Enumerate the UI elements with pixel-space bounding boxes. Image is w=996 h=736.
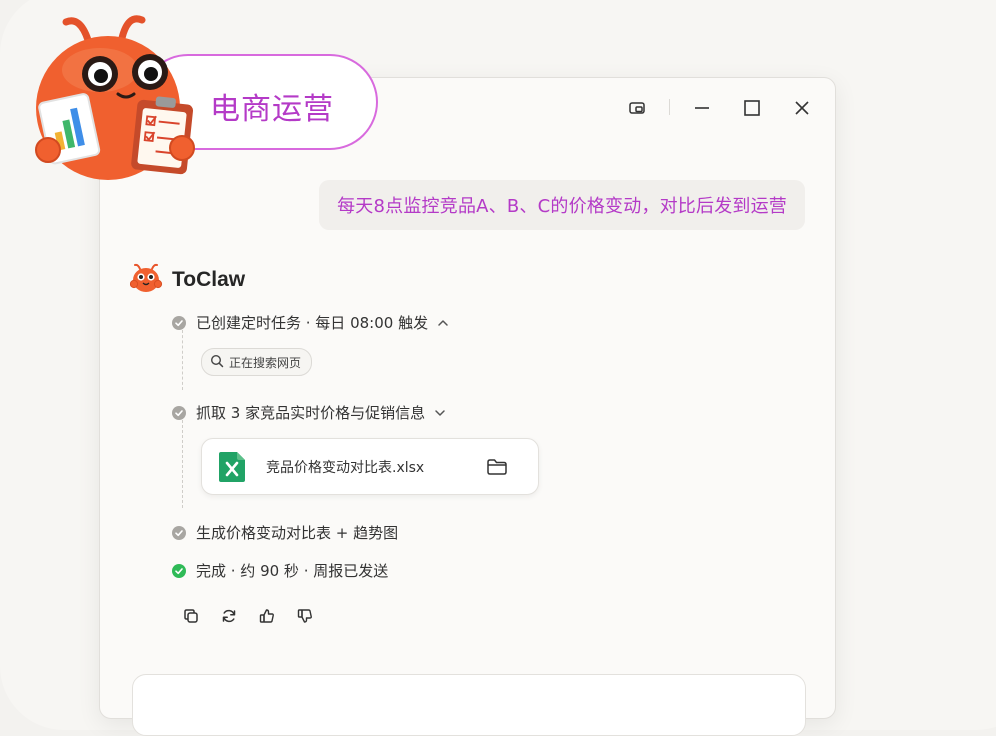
user-message-bubble: 每天8点监控竞品A、B、C的价格变动，对比后发到运营 [319, 180, 805, 230]
step-connector-line [182, 330, 183, 390]
excel-icon [218, 451, 246, 483]
chat-window: 每天8点监控竞品A、B、C的价格变动，对比后发到运营 ToClaw 已创建定时任… [99, 77, 836, 736]
step-label: 已创建定时任务 · 每日 08:00 触发 [196, 314, 429, 332]
chevron-down-icon[interactable] [433, 406, 447, 420]
step-item[interactable]: 抓取 3 家竞品实时价格与促销信息 [172, 402, 447, 423]
window-controls-divider [669, 99, 670, 115]
search-chip-label: 正在搜索网页 [229, 355, 302, 370]
close-icon[interactable] [792, 98, 812, 118]
toclaw-avatar-icon [129, 262, 164, 298]
thumbs-down-icon[interactable] [294, 605, 316, 627]
step-item: 完成 · 约 90 秒 · 周报已发送 [172, 560, 388, 581]
step-item: 生成价格变动对比表 + 趋势图 [172, 522, 398, 543]
user-message-text: 每天8点监控竞品A、B、C的价格变动，对比后发到运营 [337, 196, 787, 217]
step-item[interactable]: 已创建定时任务 · 每日 08:00 触发 [172, 312, 450, 333]
thumbs-up-icon[interactable] [256, 605, 278, 627]
step-label: 完成 · 约 90 秒 · 周报已发送 [196, 562, 389, 580]
check-circle-icon [172, 405, 186, 420]
message-input-area[interactable] [132, 674, 806, 736]
assistant-header: ToClaw [129, 262, 246, 298]
search-status-chip: 正在搜索网页 [201, 348, 313, 376]
check-circle-icon [172, 315, 186, 330]
search-icon [210, 354, 224, 371]
folder-icon[interactable] [486, 458, 508, 476]
picture-in-picture-icon[interactable] [627, 98, 647, 118]
copy-icon[interactable] [180, 605, 202, 627]
success-check-icon [172, 563, 186, 578]
regenerate-icon[interactable] [218, 605, 240, 627]
step-label: 生成价格变动对比表 + 趋势图 [196, 524, 399, 542]
minimize-icon[interactable] [692, 98, 712, 118]
chevron-up-icon[interactable] [436, 316, 450, 330]
scenario-tag-label: 电商运营 [210, 92, 334, 127]
step-connector-line [182, 420, 183, 508]
maximize-icon[interactable] [742, 98, 762, 118]
file-attachment-card[interactable]: 竞品价格变动对比表.xlsx [201, 438, 539, 495]
assistant-name: ToClaw [172, 268, 246, 291]
mascot-illustration [30, 10, 200, 185]
step-label: 抓取 3 家竞品实时价格与促销信息 [196, 404, 426, 422]
message-actions [180, 605, 332, 627]
file-name: 竞品价格变动对比表.xlsx [266, 459, 425, 476]
check-circle-icon [172, 525, 186, 540]
